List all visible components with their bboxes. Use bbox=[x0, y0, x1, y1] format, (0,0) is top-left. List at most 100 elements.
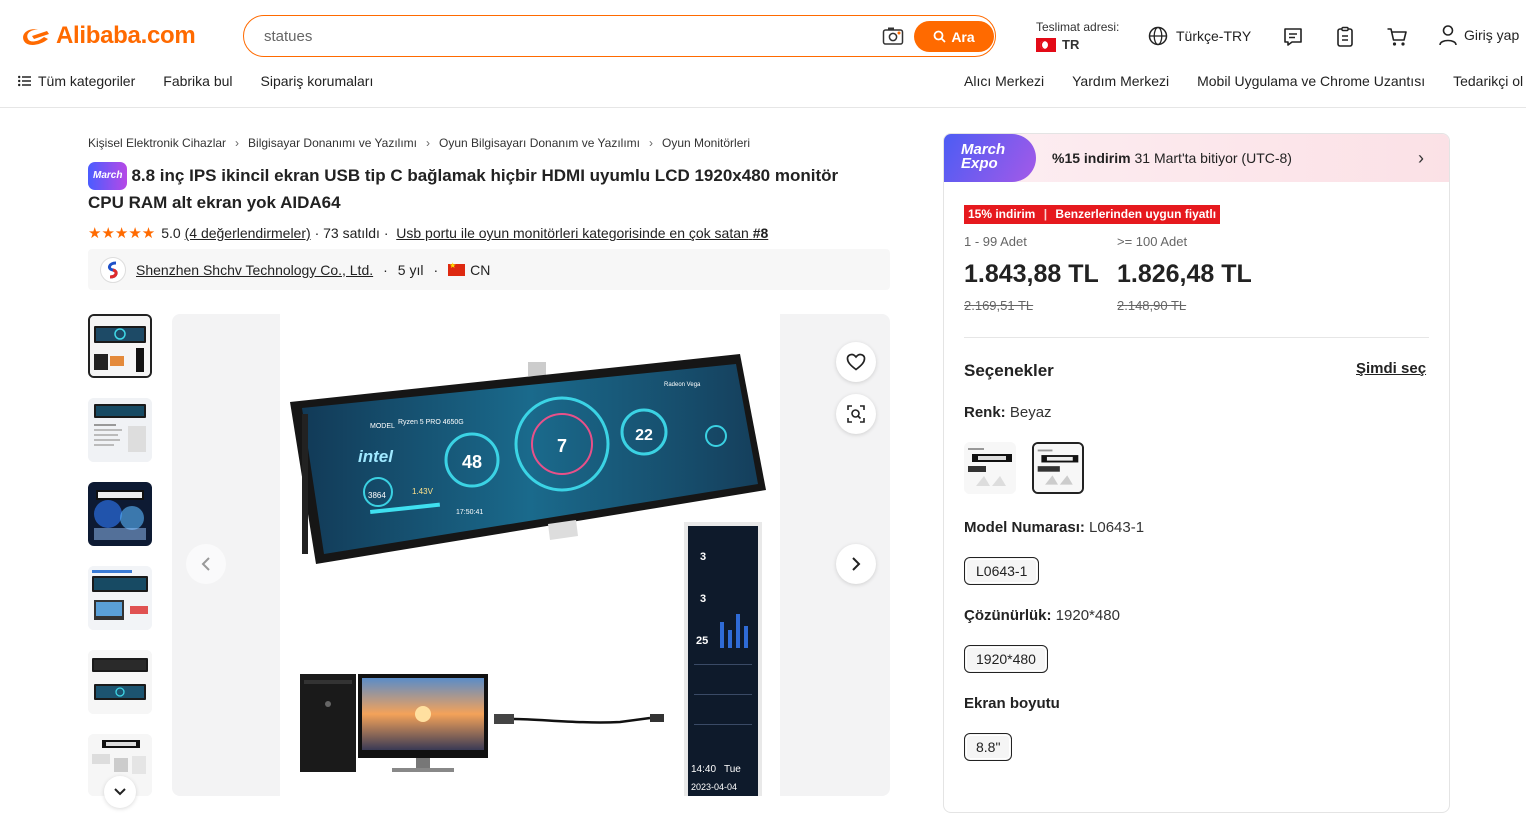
supplier-bar: Shenzhen Shchv Technology Co., Ltd. · 5 … bbox=[88, 249, 890, 290]
delivery-address[interactable]: Teslimat adresi: TR bbox=[1036, 20, 1119, 52]
orders-icon[interactable] bbox=[1334, 26, 1356, 48]
delivery-label: Teslimat adresi: bbox=[1036, 20, 1120, 34]
next-image-button[interactable] bbox=[836, 544, 876, 584]
chevron-left-icon bbox=[201, 557, 210, 571]
breadcrumb-item[interactable]: Oyun Monitörleri bbox=[662, 136, 750, 150]
thumbnail-5[interactable] bbox=[88, 650, 152, 714]
color-label-row: Renk: Beyaz bbox=[964, 404, 1052, 421]
color-label: Renk: bbox=[964, 404, 1006, 421]
tier-price-2: 1.826,48 TL bbox=[1117, 260, 1252, 288]
side-weekday: Tue bbox=[724, 764, 741, 775]
promo-banner[interactable]: March Expo %15 indirim 31 Mart'ta bitiyo… bbox=[944, 134, 1449, 182]
choose-now-link[interactable]: Şimdi seç bbox=[1356, 360, 1426, 377]
language-selector[interactable]: Türkçe-TRY bbox=[1148, 26, 1251, 46]
color-swatch-1[interactable] bbox=[964, 442, 1016, 494]
resolution-option-chip[interactable]: 1920*480 bbox=[964, 645, 1048, 673]
product-image-canvas: 7 48 22 intel 3864 1.43V MODEL Ryzen 5 P… bbox=[280, 314, 780, 796]
bestseller-rank: #8 bbox=[752, 225, 769, 241]
dot-separator: · bbox=[433, 261, 439, 278]
search-button[interactable]: Ara bbox=[914, 21, 994, 52]
side-value-b: 3 bbox=[700, 593, 706, 605]
supplier-logo-icon bbox=[107, 261, 118, 278]
side-date: 2023-04-04 bbox=[691, 782, 737, 792]
thumbnails-scroll-down[interactable] bbox=[104, 776, 136, 808]
tier-old-price-1: 2.169,51 TL bbox=[964, 298, 1034, 313]
supplier-country: CN bbox=[470, 261, 491, 278]
message-icon[interactable] bbox=[1282, 26, 1304, 48]
reviews-link[interactable]: (4 değerlendirmeler) bbox=[185, 225, 311, 241]
search-input[interactable] bbox=[262, 25, 822, 47]
side-value-c: 25 bbox=[696, 635, 708, 647]
size-label: Ekran boyutu bbox=[964, 695, 1060, 712]
camera-icon[interactable] bbox=[882, 26, 904, 46]
dot-separator: · bbox=[383, 261, 388, 278]
divider bbox=[964, 337, 1429, 338]
image-search-button[interactable] bbox=[836, 394, 876, 434]
thumbnail-3[interactable] bbox=[88, 482, 152, 546]
bestseller-link[interactable]: Usb portu ile oyun monitörleri kategoris… bbox=[396, 225, 768, 241]
tier-qty-2: >= 100 Adet bbox=[1117, 234, 1188, 249]
breadcrumb-item[interactable]: Kişisel Elektronik Cihazlar bbox=[88, 136, 226, 150]
side-time: 14:40 bbox=[691, 764, 716, 775]
promo-text: %15 indirim 31 Mart'ta bitiyor (UTC-8) bbox=[1052, 150, 1292, 166]
color-swatch-2[interactable] bbox=[1032, 442, 1084, 494]
model-value: L0643-1 bbox=[1089, 519, 1145, 536]
supplier-country-group: CN bbox=[448, 261, 491, 278]
breadcrumb: Kişisel Elektronik Cihazlar › Bilgisayar… bbox=[88, 136, 750, 150]
prev-image-button[interactable] bbox=[186, 544, 226, 584]
nav-right: Alıcı Merkezi Yardım Merkezi Mobil Uygul… bbox=[964, 73, 1523, 89]
favorite-button[interactable] bbox=[836, 342, 876, 382]
promo-rest: 31 Mart'ta bitiyor (UTC-8) bbox=[1134, 150, 1292, 166]
resolution-value: 1920*480 bbox=[1055, 607, 1120, 624]
main-product-image[interactable]: 7 48 22 intel 3864 1.43V MODEL Ryzen 5 P… bbox=[172, 314, 890, 796]
tier-price-1: 1.843,88 TL bbox=[964, 260, 1099, 288]
bestseller-text: Usb portu ile oyun monitörleri kategoris… bbox=[396, 225, 749, 241]
tier-qty-1: 1 - 99 Adet bbox=[964, 234, 1027, 249]
login-button[interactable]: Giriş yap bbox=[1438, 24, 1519, 46]
march-expo-badge: March Expo bbox=[944, 134, 1036, 182]
breadcrumb-item[interactable]: Bilgisayar Donanımı ve Yazılımı bbox=[248, 136, 417, 150]
nav-order-protection[interactable]: Sipariş korumaları bbox=[261, 73, 374, 89]
discount-tag-label: 15% indirim bbox=[968, 207, 1036, 221]
options-title: Seçenekler bbox=[964, 361, 1054, 380]
expo-line2: Expo bbox=[961, 155, 998, 172]
supplier-years: 5 yıl bbox=[397, 261, 424, 278]
screen-voltage: 1.43V bbox=[412, 487, 434, 496]
screen-center-value: 7 bbox=[557, 436, 567, 456]
size-label-row: Ekran boyutu bbox=[964, 695, 1060, 712]
thumbnail-image bbox=[88, 482, 152, 546]
nav-mobile-app[interactable]: Mobil Uygulama ve Chrome Uzantısı bbox=[1197, 73, 1425, 89]
product-title-text: 8.8 inç IPS ikincil ekran USB tip C bağl… bbox=[88, 166, 839, 212]
screen-time: 17:50:41 bbox=[456, 509, 483, 516]
discount-tag: 15% indirim | Benzerlerinden uygun fiyat… bbox=[964, 205, 1221, 224]
login-label: Giriş yap bbox=[1464, 27, 1520, 43]
divider: | bbox=[1043, 207, 1048, 221]
purchase-panel: March Expo %15 indirim 31 Mart'ta bitiyo… bbox=[943, 133, 1450, 813]
nav-help-center[interactable]: Yardım Merkezi bbox=[1072, 73, 1169, 89]
product-photo: 7 48 22 intel 3864 1.43V MODEL Ryzen 5 P… bbox=[290, 354, 766, 796]
nav-become-supplier[interactable]: Tedarikçi ol bbox=[1453, 73, 1523, 89]
model-option-chip[interactable]: L0643-1 bbox=[964, 557, 1040, 585]
nav-buyer-center[interactable]: Alıcı Merkezi bbox=[964, 73, 1044, 89]
nav-find-factory[interactable]: Fabrika bul bbox=[163, 73, 232, 89]
alibaba-logo[interactable]: Alibaba.com bbox=[18, 22, 196, 50]
thumbnail-2[interactable] bbox=[88, 398, 152, 462]
heart-icon bbox=[846, 353, 866, 371]
turkey-flag-icon bbox=[1036, 37, 1056, 52]
screen-cpu-temp: 48 bbox=[462, 452, 482, 472]
thumbnail-4[interactable] bbox=[88, 566, 152, 630]
nav-label: Tüm kategoriler bbox=[38, 73, 136, 89]
thumbnail-1[interactable] bbox=[88, 314, 152, 378]
screen-right-value: 22 bbox=[635, 427, 653, 444]
supplier-name[interactable]: Shenzhen Shchv Technology Co., Ltd. bbox=[136, 262, 373, 278]
cart-icon[interactable] bbox=[1386, 26, 1408, 48]
size-option-chip[interactable]: 8.8" bbox=[964, 733, 1013, 761]
screen-brand: intel bbox=[358, 447, 394, 466]
search-button-label: Ara bbox=[951, 28, 975, 45]
breadcrumb-item[interactable]: Oyun Bilgisayarı Donanım ve Yazılımı bbox=[439, 136, 640, 150]
delivery-country: TR bbox=[1062, 37, 1080, 52]
thumbnail-image bbox=[88, 566, 152, 630]
chevron-right-icon: › bbox=[649, 136, 653, 150]
nav-all-categories[interactable]: Tüm kategoriler bbox=[18, 73, 135, 89]
rating-value: 5.0 bbox=[161, 225, 181, 241]
